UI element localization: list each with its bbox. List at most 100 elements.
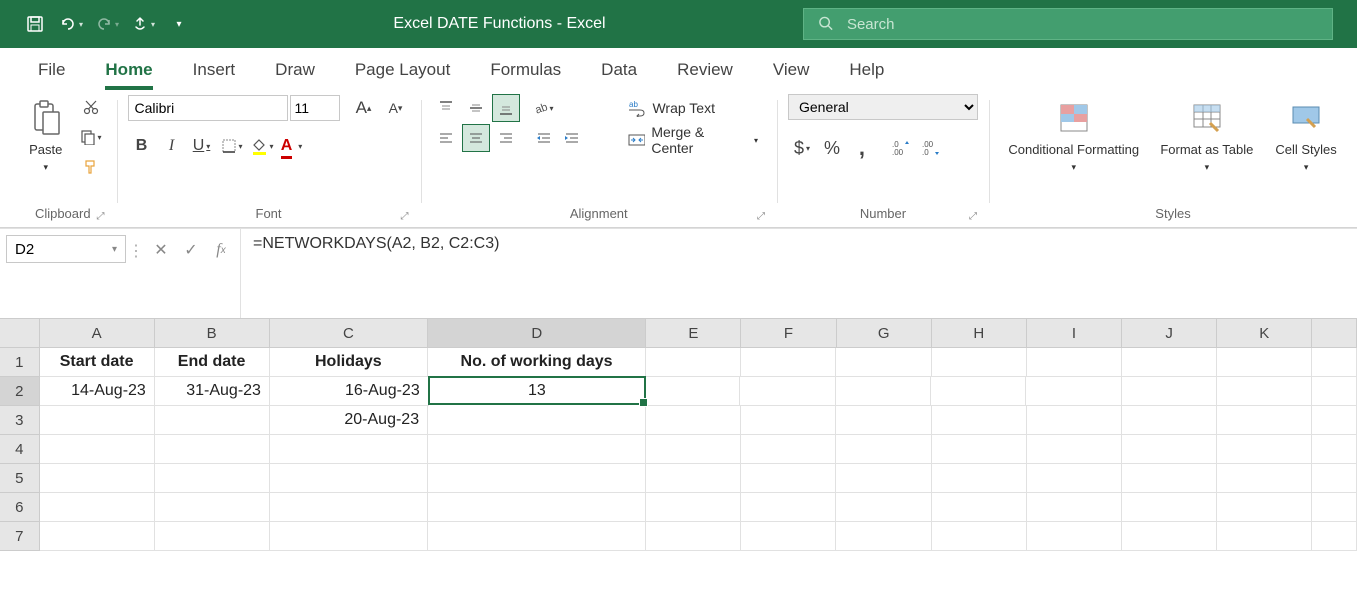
- cell-F1[interactable]: [741, 348, 836, 377]
- enter-formula-button[interactable]: ✓: [176, 237, 206, 263]
- cell-L2[interactable]: [1312, 377, 1357, 406]
- cell-E7[interactable]: [646, 522, 741, 551]
- font-size-input[interactable]: [290, 95, 340, 121]
- cell-L6[interactable]: [1312, 493, 1357, 522]
- col-header-J[interactable]: J: [1122, 319, 1217, 347]
- cell-F5[interactable]: [741, 464, 836, 493]
- col-header-C[interactable]: C: [270, 319, 429, 347]
- cell-I4[interactable]: [1027, 435, 1122, 464]
- redo-button[interactable]: ▾: [90, 8, 124, 40]
- cell-G1[interactable]: [836, 348, 931, 377]
- cell-I7[interactable]: [1027, 522, 1122, 551]
- increase-font-button[interactable]: A▴: [350, 94, 378, 122]
- row-header-5[interactable]: 5: [0, 464, 40, 493]
- cell-G7[interactable]: [836, 522, 931, 551]
- row-header-3[interactable]: 3: [0, 406, 40, 435]
- search-box[interactable]: [803, 8, 1333, 40]
- cell-K7[interactable]: [1217, 522, 1312, 551]
- cell-H6[interactable]: [932, 493, 1027, 522]
- cell-E3[interactable]: [646, 406, 741, 435]
- cell-A7[interactable]: [40, 522, 155, 551]
- cell-styles-button[interactable]: Cell Styles ▾: [1266, 94, 1346, 177]
- cell-A6[interactable]: [40, 493, 155, 522]
- cell-A3[interactable]: [40, 406, 155, 435]
- currency-button[interactable]: $▾: [788, 134, 816, 162]
- formula-input[interactable]: =NETWORKDAYS(A2, B2, C2:C3): [253, 235, 1345, 253]
- save-button[interactable]: [18, 8, 52, 40]
- row-header-1[interactable]: 1: [0, 348, 40, 377]
- italic-button[interactable]: I: [158, 132, 186, 160]
- col-header-B[interactable]: B: [155, 319, 270, 347]
- align-top-button[interactable]: [432, 94, 460, 122]
- cell-J2[interactable]: [1122, 377, 1217, 406]
- cell-D5[interactable]: [428, 464, 646, 493]
- cell-H2[interactable]: [931, 377, 1026, 406]
- cell-B2[interactable]: 31-Aug-23: [155, 377, 270, 406]
- cell-I1[interactable]: [1027, 348, 1122, 377]
- row-header-7[interactable]: 7: [0, 522, 40, 551]
- cell-H4[interactable]: [932, 435, 1027, 464]
- cell-D2[interactable]: 13: [428, 376, 646, 405]
- cell-I2[interactable]: [1026, 377, 1121, 406]
- cell-F6[interactable]: [741, 493, 836, 522]
- tab-insert[interactable]: Insert: [173, 52, 256, 88]
- cell-J4[interactable]: [1122, 435, 1217, 464]
- cell-D4[interactable]: [428, 435, 646, 464]
- number-launcher[interactable]: ⤢: [966, 209, 980, 223]
- cell-F4[interactable]: [741, 435, 836, 464]
- paste-button[interactable]: Paste ▾: [20, 94, 72, 177]
- percent-button[interactable]: %: [818, 134, 846, 162]
- tab-home[interactable]: Home: [85, 52, 172, 88]
- insert-function-button[interactable]: fx: [206, 237, 236, 263]
- cell-E5[interactable]: [646, 464, 741, 493]
- bold-button[interactable]: B: [128, 132, 156, 160]
- underline-button[interactable]: U▾: [188, 132, 216, 160]
- alignment-launcher[interactable]: ⤢: [754, 209, 768, 223]
- wrap-text-button[interactable]: ab Wrap Text: [620, 94, 766, 122]
- cell-G6[interactable]: [836, 493, 931, 522]
- cell-A4[interactable]: [40, 435, 155, 464]
- col-header-H[interactable]: H: [932, 319, 1027, 347]
- cell-C6[interactable]: [270, 493, 429, 522]
- tab-page-layout[interactable]: Page Layout: [335, 52, 470, 88]
- qat-customize-button[interactable]: ▾: [162, 8, 196, 40]
- tab-formulas[interactable]: Formulas: [470, 52, 581, 88]
- tab-data[interactable]: Data: [581, 52, 657, 88]
- cell-F7[interactable]: [741, 522, 836, 551]
- cell-H1[interactable]: [932, 348, 1027, 377]
- font-name-input[interactable]: [128, 95, 288, 121]
- format-as-table-button[interactable]: Format as Table ▾: [1152, 94, 1263, 177]
- cell-E6[interactable]: [646, 493, 741, 522]
- cell-E1[interactable]: [646, 348, 741, 377]
- conditional-formatting-button[interactable]: Conditional Formatting ▾: [1000, 94, 1148, 177]
- cell-C3[interactable]: 20-Aug-23: [270, 406, 429, 435]
- tab-file[interactable]: File: [18, 52, 85, 88]
- cell-B4[interactable]: [155, 435, 270, 464]
- orientation-button[interactable]: ab▾: [530, 94, 558, 122]
- cell-A1[interactable]: Start date: [40, 348, 155, 377]
- formula-input-container[interactable]: =NETWORKDAYS(A2, B2, C2:C3): [240, 229, 1357, 318]
- decrease-indent-button[interactable]: [530, 124, 558, 152]
- tab-review[interactable]: Review: [657, 52, 753, 88]
- align-center-button[interactable]: [462, 124, 490, 152]
- align-middle-button[interactable]: [462, 94, 490, 122]
- cell-L1[interactable]: [1312, 348, 1357, 377]
- search-input[interactable]: [847, 16, 1318, 33]
- cell-L5[interactable]: [1312, 464, 1357, 493]
- cell-L3[interactable]: [1312, 406, 1357, 435]
- cell-F2[interactable]: [740, 377, 835, 406]
- merge-center-button[interactable]: Merge & Center ▾: [620, 126, 766, 154]
- cell-D3[interactable]: [428, 406, 646, 435]
- tab-draw[interactable]: Draw: [255, 52, 335, 88]
- col-header-F[interactable]: F: [741, 319, 836, 347]
- increase-indent-button[interactable]: [558, 124, 586, 152]
- align-right-button[interactable]: [492, 124, 520, 152]
- cell-C5[interactable]: [270, 464, 429, 493]
- cell-E2[interactable]: [645, 377, 740, 406]
- col-header-I[interactable]: I: [1027, 319, 1122, 347]
- cell-K1[interactable]: [1217, 348, 1312, 377]
- tab-help[interactable]: Help: [829, 52, 904, 88]
- cell-B7[interactable]: [155, 522, 270, 551]
- cell-K5[interactable]: [1217, 464, 1312, 493]
- cell-J7[interactable]: [1122, 522, 1217, 551]
